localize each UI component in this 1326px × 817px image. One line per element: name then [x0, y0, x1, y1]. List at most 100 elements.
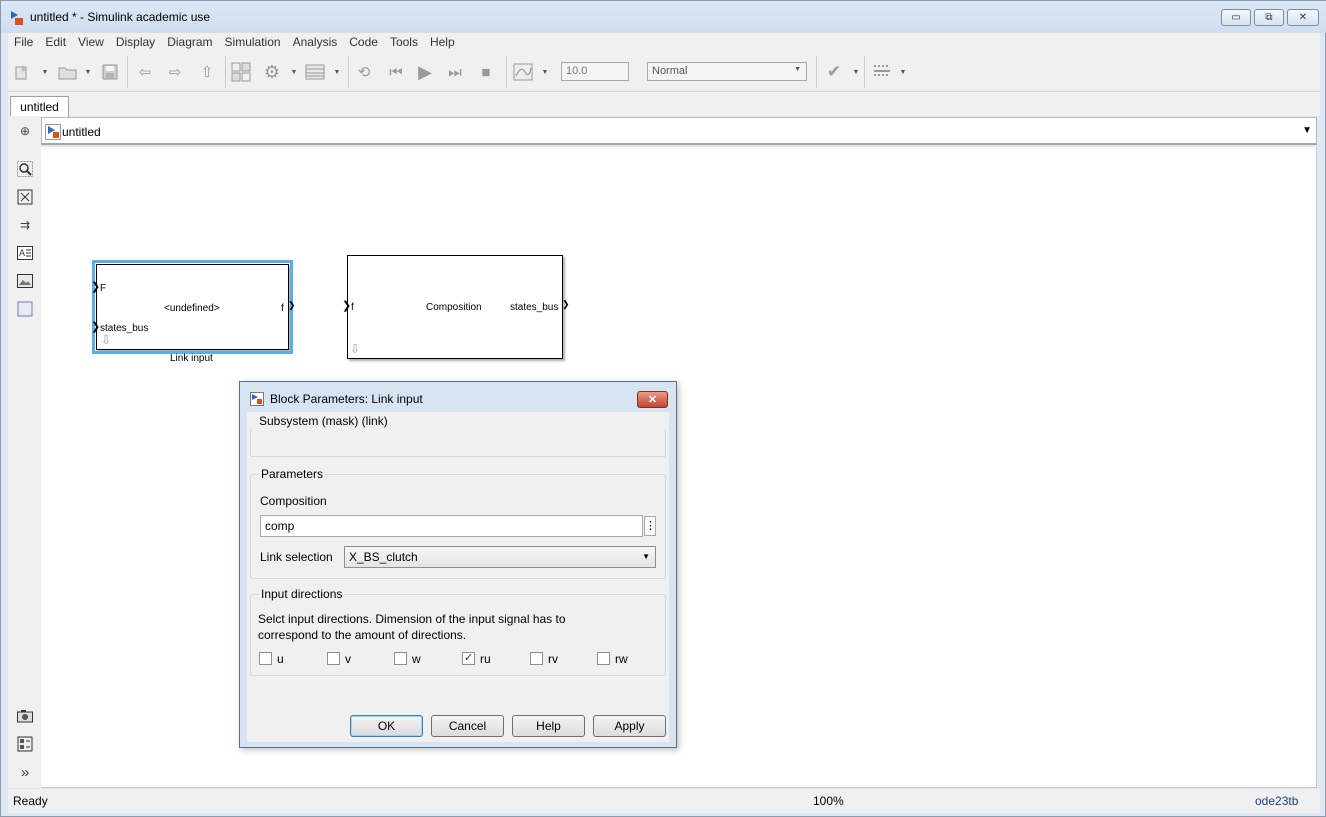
annotation-icon[interactable]: A	[17, 245, 33, 261]
more-options-icon[interactable]: ⋮	[644, 516, 656, 536]
report-icon[interactable]	[17, 736, 33, 752]
stop-time-input[interactable]: 10.0	[561, 62, 629, 81]
menu-analysis[interactable]: Analysis	[287, 35, 344, 49]
parameters-group-label: Parameters	[259, 467, 326, 481]
chevron-down-icon: ▼	[642, 552, 650, 561]
build-icon[interactable]	[872, 62, 892, 82]
stop-icon[interactable]: ⏹	[476, 62, 496, 82]
dialog-close-button[interactable]: ✕	[637, 391, 668, 408]
forward-icon[interactable]: ⇨	[165, 62, 185, 82]
close-window-button[interactable]: ✕	[1287, 9, 1319, 26]
input-port-arrow: ❯	[342, 300, 352, 312]
library-browser-icon[interactable]	[231, 62, 251, 82]
expand-icon[interactable]: »	[17, 764, 33, 781]
checkbox-rw[interactable]	[597, 652, 610, 665]
chevron-down-icon[interactable]: ▼	[541, 62, 549, 82]
chevron-down-icon: ▼	[794, 66, 801, 73]
port-label-states-bus: states_bus	[510, 302, 559, 313]
tool-palette: ⊕ ⇉ A »	[8, 116, 41, 788]
tab-strip: untitled	[8, 92, 1320, 117]
solver-name[interactable]: ode23tb	[1255, 794, 1298, 808]
area-icon[interactable]	[17, 301, 33, 317]
ok-button[interactable]: OK	[350, 715, 423, 737]
menu-code[interactable]: Code	[343, 35, 384, 49]
menu-tools[interactable]: Tools	[384, 35, 424, 49]
checkbox-v[interactable]	[327, 652, 340, 665]
menu-edit[interactable]: Edit	[39, 35, 72, 49]
route-lines-icon[interactable]: ⇉	[17, 217, 33, 233]
link-input-block[interactable]: ❯ F ❯ states_bus <undefined> f ❯ ⇩	[91, 260, 296, 354]
subsystem-group	[250, 429, 666, 457]
title-bar: untitled * - Simulink academic use ▭ ⧉ ✕	[1, 1, 1326, 33]
model-settings-icon[interactable]: ⚙	[262, 62, 282, 82]
input-directions-desc-2: correspond to the amount of directions.	[258, 628, 467, 642]
model-path: untitled	[62, 125, 101, 139]
scope-icon[interactable]	[513, 62, 533, 82]
chevron-down-icon[interactable]: ▼	[333, 62, 341, 82]
menu-view[interactable]: View	[72, 35, 110, 49]
maximize-button[interactable]: ⧉	[1254, 9, 1284, 26]
back-icon[interactable]: ⇦	[135, 62, 155, 82]
window-title: untitled * - Simulink academic use	[30, 10, 211, 24]
composition-block[interactable]: ❯ f Composition states_bus ❯ ⇩	[342, 255, 570, 359]
save-icon[interactable]	[100, 62, 120, 82]
link-arrow-icon: ⇩	[101, 333, 112, 347]
chevron-down-icon[interactable]: ▼	[84, 62, 92, 82]
zoom-icon[interactable]	[17, 161, 33, 177]
checkbox-u-label: u	[277, 652, 284, 666]
chevron-down-icon[interactable]: ▼	[1302, 125, 1312, 136]
tab-untitled[interactable]: untitled	[10, 96, 69, 117]
step-forward-icon[interactable]: ⏭	[445, 62, 465, 82]
link-selection-dropdown[interactable]: X_BS_clutch ▼	[344, 546, 656, 568]
fit-view-icon[interactable]	[17, 189, 33, 205]
checkbox-rv[interactable]	[530, 652, 543, 665]
model-explorer-icon[interactable]	[305, 62, 325, 82]
minimize-button[interactable]: ▭	[1221, 9, 1251, 26]
dialog-title: Block Parameters: Link input	[270, 392, 423, 406]
input-port-arrow: ❯	[91, 321, 101, 333]
chevron-down-icon[interactable]: ▼	[899, 62, 907, 82]
block-params-icon	[250, 392, 264, 406]
new-model-icon[interactable]	[13, 62, 33, 82]
open-icon[interactable]	[58, 62, 78, 82]
checkbox-w[interactable]	[394, 652, 407, 665]
link-arrow-icon: ⇩	[350, 342, 361, 356]
chevron-down-icon[interactable]: ▼	[852, 62, 860, 82]
checkmark-icon: ✓	[463, 652, 474, 664]
menu-display[interactable]: Display	[110, 35, 161, 49]
block-parameters-dialog: Block Parameters: Link input ✕ Subsystem…	[239, 381, 677, 748]
cancel-button[interactable]: Cancel	[431, 715, 504, 737]
model-canvas[interactable]: ❯ F ❯ states_bus <undefined> f ❯ ⇩ Link …	[41, 147, 1317, 788]
menu-help[interactable]: Help	[424, 35, 461, 49]
simulation-mode-value: Normal	[652, 65, 688, 77]
close-icon: ✕	[647, 394, 658, 406]
screenshot-icon[interactable]	[17, 708, 33, 724]
menu-diagram[interactable]: Diagram	[161, 35, 218, 49]
simulation-mode-select[interactable]: Normal ▼	[647, 62, 807, 81]
close-icon: ✕	[1298, 12, 1308, 23]
dialog-body: Subsystem (mask) (link) Parameters Compo…	[247, 412, 669, 742]
composition-input[interactable]: comp	[260, 515, 643, 537]
toolbar-separator	[348, 56, 349, 88]
menu-file[interactable]: File	[8, 35, 39, 49]
image-icon[interactable]	[17, 273, 33, 289]
nav-back-icon[interactable]: ⊕	[17, 123, 33, 139]
checkbox-ru[interactable]: ✓	[462, 652, 475, 665]
port-label-f: f	[351, 302, 354, 313]
check-icon[interactable]: ✔	[824, 62, 844, 82]
model-browser-bar[interactable]: untitled ▼	[41, 117, 1317, 145]
status-text: Ready	[13, 794, 48, 808]
chevron-down-icon[interactable]: ▼	[290, 62, 298, 82]
toolbar-separator	[127, 56, 128, 88]
chevron-down-icon[interactable]: ▼	[41, 62, 49, 82]
record-icon[interactable]: ⟲	[354, 62, 374, 82]
run-icon[interactable]: ▶	[415, 62, 435, 82]
up-icon[interactable]: ⇧	[197, 62, 217, 82]
block-caption: Link input	[170, 353, 213, 364]
menu-simulation[interactable]: Simulation	[219, 35, 287, 49]
help-button[interactable]: Help	[512, 715, 585, 737]
step-back-icon[interactable]: ⏮	[386, 62, 406, 82]
maximize-icon: ⧉	[1265, 12, 1273, 23]
checkbox-u[interactable]	[259, 652, 272, 665]
apply-button[interactable]: Apply	[593, 715, 666, 737]
